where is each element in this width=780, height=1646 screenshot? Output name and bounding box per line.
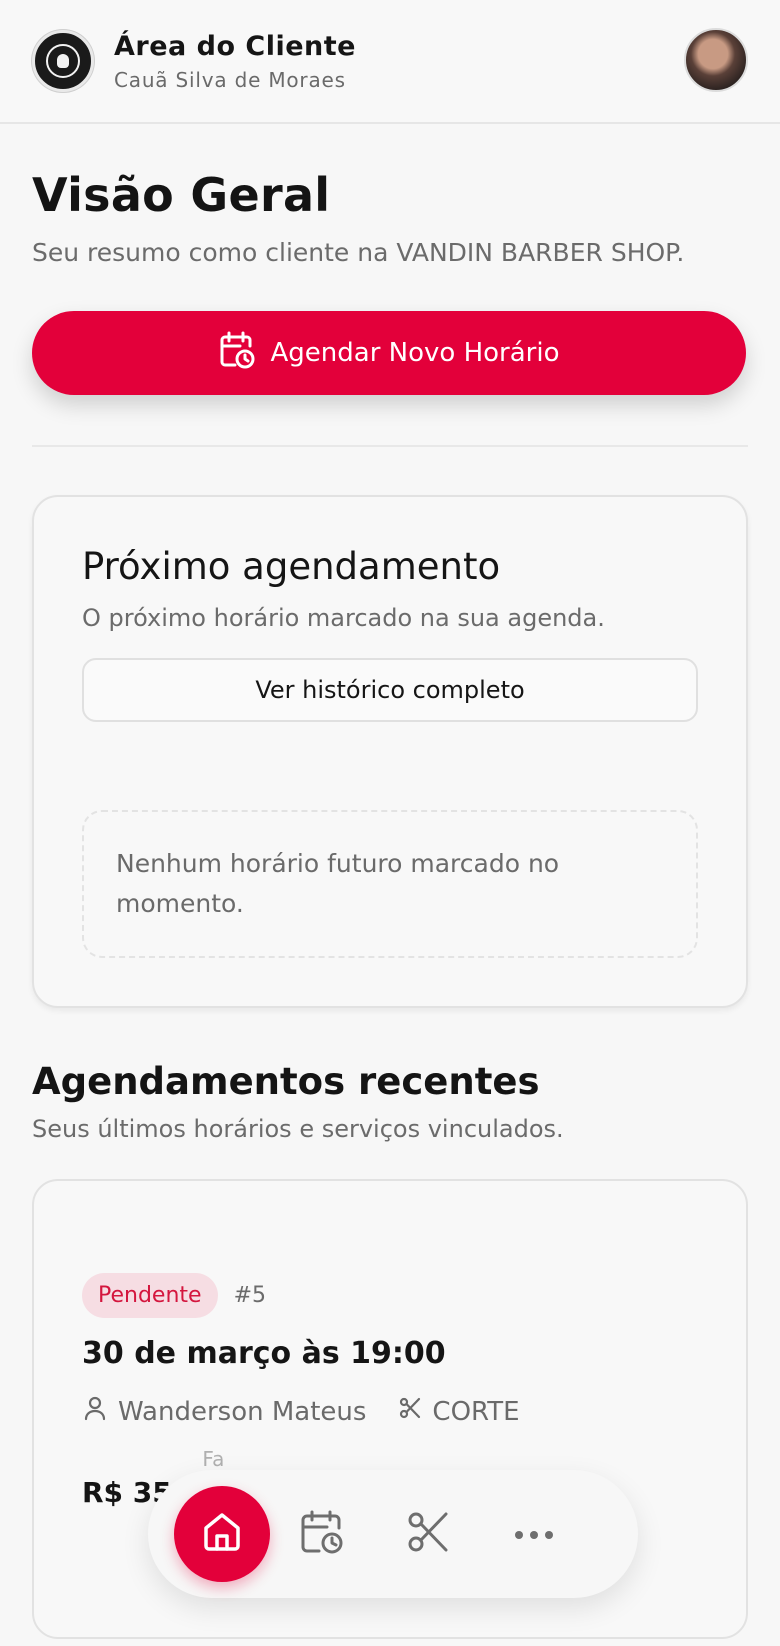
service-name: CORTE — [432, 1396, 520, 1427]
page-subtitle: Seu resumo como cliente na VANDIN BARBER… — [32, 238, 685, 267]
more-icon — [514, 1525, 554, 1544]
page-title: Visão Geral — [32, 168, 331, 222]
appointment-barber: Wanderson Mateus — [82, 1395, 366, 1428]
calendar-clock-icon — [299, 1509, 345, 1559]
nav-more-button[interactable] — [510, 1510, 558, 1558]
next-appointment-title: Próximo agendamento — [82, 545, 501, 588]
recent-subtitle: Seus últimos horários e serviços vincula… — [32, 1115, 564, 1143]
bottom-nav — [148, 1470, 638, 1598]
user-icon — [82, 1395, 118, 1428]
new-appointment-button[interactable]: Agendar Novo Horário — [32, 311, 746, 395]
calendar-clock-icon — [219, 331, 271, 376]
divider — [32, 445, 748, 447]
header-text: Área do Cliente Cauã Silva de Moraes — [114, 31, 356, 92]
next-appointment-subtitle: O próximo horário marcado na sua agenda. — [82, 604, 605, 632]
home-icon — [200, 1510, 244, 1558]
new-appointment-label: Agendar Novo Horário — [270, 338, 560, 368]
appointment-datetime: 30 de março às 19:00 — [82, 1336, 446, 1371]
nav-appointments-button[interactable] — [298, 1510, 346, 1558]
scissors-icon — [398, 1396, 432, 1427]
user-avatar[interactable] — [684, 28, 748, 92]
appointment-id: #5 — [233, 1283, 267, 1308]
header-title: Área do Cliente — [114, 30, 356, 62]
barber-name: Wanderson Mateus — [118, 1396, 367, 1427]
view-history-button[interactable]: Ver histórico completo — [82, 658, 698, 722]
status-badge: Pendente — [82, 1273, 218, 1318]
appointment-meta: Wanderson Mateus CORTE — [82, 1395, 698, 1428]
main-content: Visão Geral Seu resumo como cliente na V… — [0, 168, 780, 1639]
barbershop-logo-icon — [32, 30, 94, 92]
nav-home-button[interactable] — [174, 1486, 270, 1582]
next-appointment-card: Próximo agendamento O próximo horário ma… — [32, 495, 748, 1008]
appointment-badge-row: Pendente #5 — [82, 1273, 698, 1318]
appointment-service: CORTE — [398, 1396, 520, 1427]
appointment-faded-label: Fa — [202, 1447, 225, 1471]
recent-title: Agendamentos recentes — [32, 1060, 540, 1103]
app-header: Área do Cliente Cauã Silva de Moraes — [0, 0, 780, 124]
scissors-icon — [406, 1510, 450, 1558]
nav-services-button[interactable] — [404, 1510, 452, 1558]
empty-state-message: Nenhum horário futuro marcado no momento… — [82, 810, 698, 958]
header-subtitle: Cauã Silva de Moraes — [114, 67, 346, 92]
